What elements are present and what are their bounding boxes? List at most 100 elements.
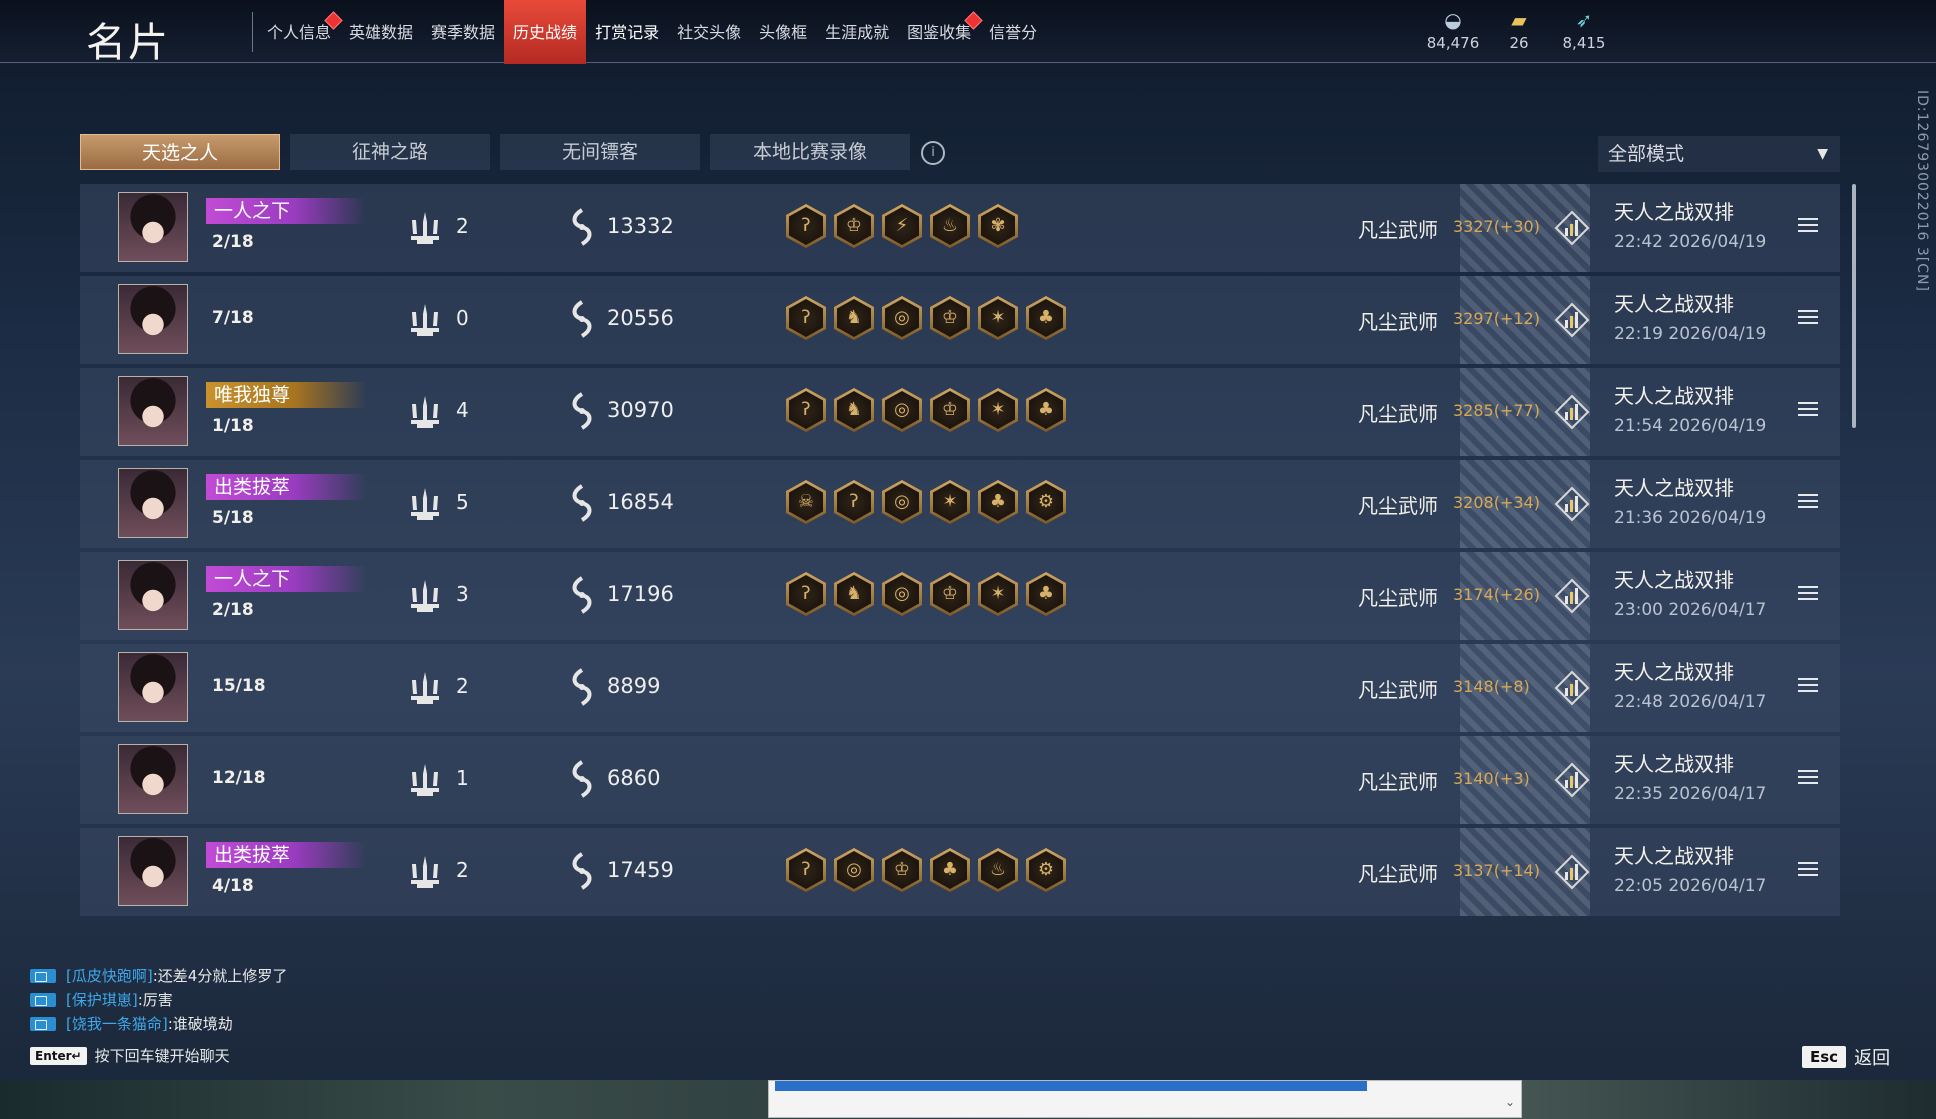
subtab-wujian[interactable]: 无间镖客 bbox=[500, 134, 700, 170]
overlay-input-box[interactable]: ⌄ bbox=[768, 1080, 1522, 1118]
achievement-badge-icon[interactable]: ♣ bbox=[930, 848, 970, 892]
details-menu-icon[interactable] bbox=[1798, 402, 1818, 418]
achievement-badge-icon[interactable]: ⚙ bbox=[1026, 480, 1066, 524]
achievement-badge-icon[interactable]: ✶ bbox=[978, 388, 1018, 432]
achievement-badge-icon[interactable]: ◎ bbox=[834, 848, 874, 892]
stats-chart-icon[interactable] bbox=[1554, 762, 1590, 798]
match-row[interactable]: 7/18 0 20556 ʔ ♞ ◎ ♔ ✶ ♣ 凡尘武师 3297(+12) 天人之战双排 22:19… bbox=[80, 276, 1840, 364]
match-history-list: 一人之下 2/18 2 13332 ʔ ♔ ⚡ ♨ ✾ 凡尘武师 3327(+30) 天人之战双排 22… bbox=[80, 184, 1840, 916]
achievement-badge-icon[interactable]: ⚙ bbox=[1026, 848, 1066, 892]
stats-chart-icon[interactable] bbox=[1554, 394, 1590, 430]
achievement-badge-icon[interactable]: ʔ bbox=[786, 572, 826, 616]
achievement-badge-icon[interactable]: ʔ bbox=[786, 296, 826, 340]
achievement-badge-icon[interactable]: ◎ bbox=[882, 388, 922, 432]
details-menu-icon[interactable] bbox=[1798, 586, 1818, 602]
badge-glyph: ♔ bbox=[933, 575, 967, 613]
stats-chart-icon[interactable] bbox=[1554, 670, 1590, 706]
achievement-badge-icon[interactable]: ♔ bbox=[930, 296, 970, 340]
tab-5[interactable]: 社交头像 bbox=[668, 0, 750, 64]
match-mode: 天人之战双排 bbox=[1614, 568, 1734, 592]
chat-message: [保护琪崽]:厉害 bbox=[30, 988, 287, 1012]
subtab-tianxuan[interactable]: 天选之人 bbox=[80, 134, 280, 170]
match-row[interactable]: 唯我独尊 1/18 4 30970 ʔ ♞ ◎ ♔ ✶ ♣ 凡尘武师 3285(+77) 天人之战双排 2… bbox=[80, 368, 1840, 456]
achievement-badge-icon[interactable]: ☠ bbox=[786, 480, 826, 524]
avatar bbox=[118, 284, 188, 354]
achievement-badge-icon[interactable]: ♔ bbox=[834, 204, 874, 248]
tab-0[interactable]: 个人信息 bbox=[258, 0, 343, 64]
chat-username[interactable]: [饶我一条猫命] bbox=[66, 1012, 168, 1036]
details-menu-icon[interactable] bbox=[1798, 862, 1818, 878]
tab-6[interactable]: 头像框 bbox=[750, 0, 816, 64]
tab-1[interactable]: 英雄数据 bbox=[340, 0, 422, 64]
match-row[interactable]: 15/18 2 8899 凡尘武师 3148(+8) 天人之战双排 22:48 2026/0… bbox=[80, 644, 1840, 732]
stats-chart-icon[interactable] bbox=[1554, 578, 1590, 614]
match-row[interactable]: 一人之下 2/18 3 17196 ʔ ♞ ◎ ♔ ✶ ♣ 凡尘武师 3174(+26) 天人之战双排 2… bbox=[80, 552, 1840, 640]
tab-9[interactable]: 信誉分 bbox=[980, 0, 1046, 64]
achievement-badge-icon[interactable]: ʔ bbox=[786, 848, 826, 892]
achievement-badge-icon[interactable]: ♞ bbox=[834, 572, 874, 616]
stats-chart-icon[interactable] bbox=[1554, 486, 1590, 522]
achievement-badge-icon[interactable]: ♣ bbox=[1026, 572, 1066, 616]
match-row[interactable]: 一人之下 2/18 2 13332 ʔ ♔ ⚡ ♨ ✾ 凡尘武师 3327(+30) 天人之战双排 22… bbox=[80, 184, 1840, 272]
match-row[interactable]: 出类拔萃 4/18 2 17459 ʔ ◎ ♔ ♣ ♨ ⚙ 凡尘武师 3137(+14) 天人之战双排 2… bbox=[80, 828, 1840, 916]
details-menu-icon[interactable] bbox=[1798, 218, 1818, 234]
subtab-zhengshen[interactable]: 征神之路 bbox=[290, 134, 490, 170]
stats-chart-icon[interactable] bbox=[1554, 210, 1590, 246]
achievement-badge-icon[interactable]: ♔ bbox=[930, 572, 970, 616]
achievement-badge-icon[interactable]: ♨ bbox=[930, 204, 970, 248]
match-row[interactable]: 出类拔萃 5/18 5 16854 ☠ ʔ ◎ ✶ ♣ ⚙ 凡尘武师 3208(+34) 天人之战双排 2… bbox=[80, 460, 1840, 548]
achievement-badge-icon[interactable]: ◎ bbox=[882, 480, 922, 524]
achievement-badge-icon[interactable]: ♣ bbox=[978, 480, 1018, 524]
achievement-badge-icon[interactable]: ◎ bbox=[882, 572, 922, 616]
tab-3[interactable]: 历史战绩 bbox=[504, 0, 587, 64]
back-button[interactable]: Esc 返回 bbox=[1802, 1044, 1890, 1070]
resource-1: ▰ 26 bbox=[1484, 8, 1554, 52]
list-scrollbar[interactable] bbox=[1852, 184, 1856, 428]
tab-2[interactable]: 赛季数据 bbox=[422, 0, 504, 64]
subtab-local-replay[interactable]: 本地比赛录像 bbox=[710, 134, 910, 170]
chat-username[interactable]: [瓜皮快跑啊] bbox=[66, 964, 153, 988]
chat-username[interactable]: [保护琪崽] bbox=[66, 988, 138, 1012]
achievement-badge-icon[interactable]: ⚡ bbox=[882, 204, 922, 248]
achievement-badge-icon[interactable]: ♔ bbox=[882, 848, 922, 892]
avatar bbox=[118, 376, 188, 446]
badge-glyph: ♨ bbox=[933, 207, 967, 245]
match-time: 23:00 2026/04/17 bbox=[1614, 600, 1767, 620]
tab-4[interactable]: 打赏记录 bbox=[586, 0, 668, 64]
badge-glyph: ✾ bbox=[981, 207, 1015, 245]
mode-select[interactable]: 全部模式 ▼ bbox=[1598, 136, 1840, 172]
details-menu-icon[interactable] bbox=[1798, 494, 1818, 510]
achievement-badge-icon[interactable]: ♞ bbox=[834, 296, 874, 340]
details-menu-icon[interactable] bbox=[1798, 678, 1818, 694]
achievement-badge-icon[interactable]: ✶ bbox=[978, 572, 1018, 616]
achievement-badge-icon[interactable]: ʔ bbox=[834, 480, 874, 524]
chat-enter-hint[interactable]: Enter↵ 按下回车键开始聊天 bbox=[30, 1045, 230, 1066]
achievement-badge-icon[interactable]: ✶ bbox=[930, 480, 970, 524]
badge-glyph: ✶ bbox=[981, 391, 1015, 429]
stats-chart-icon[interactable] bbox=[1554, 302, 1590, 338]
silver-coin-icon: ◒ bbox=[1444, 8, 1462, 32]
details-menu-icon[interactable] bbox=[1798, 770, 1818, 786]
achievement-badge-icon[interactable]: ✾ bbox=[978, 204, 1018, 248]
achievement-badge-icon[interactable]: ♔ bbox=[930, 388, 970, 432]
achievement-badge-icon[interactable]: ♨ bbox=[978, 848, 1018, 892]
avatar bbox=[118, 560, 188, 630]
details-menu-icon[interactable] bbox=[1798, 310, 1818, 326]
badge-glyph: ✶ bbox=[981, 299, 1015, 337]
achievement-badge-icon[interactable]: ʔ bbox=[786, 204, 826, 248]
achievement-badge-icon[interactable]: ʔ bbox=[786, 388, 826, 432]
match-row[interactable]: 12/18 1 6860 凡尘武师 3140(+3) 天人之战双排 22:35 2026/0… bbox=[80, 736, 1840, 824]
tab-7[interactable]: 生涯成就 bbox=[816, 0, 898, 64]
info-icon[interactable]: i bbox=[921, 141, 945, 165]
achievement-badge-icon[interactable]: ♣ bbox=[1026, 388, 1066, 432]
achievement-badge-icon[interactable]: ♞ bbox=[834, 388, 874, 432]
placement-rank: 1/18 bbox=[212, 416, 254, 436]
achievement-badge-icon[interactable]: ♣ bbox=[1026, 296, 1066, 340]
achievement-badge-icon[interactable]: ✶ bbox=[978, 296, 1018, 340]
placement-rank: 2/18 bbox=[212, 232, 254, 252]
dropdown-arrow-icon[interactable]: ⌄ bbox=[1505, 1095, 1515, 1109]
stats-chart-icon[interactable] bbox=[1554, 854, 1590, 890]
achievement-badge-icon[interactable]: ◎ bbox=[882, 296, 922, 340]
tab-8[interactable]: 图鉴收集 bbox=[898, 0, 983, 64]
back-label: 返回 bbox=[1854, 1048, 1891, 1069]
